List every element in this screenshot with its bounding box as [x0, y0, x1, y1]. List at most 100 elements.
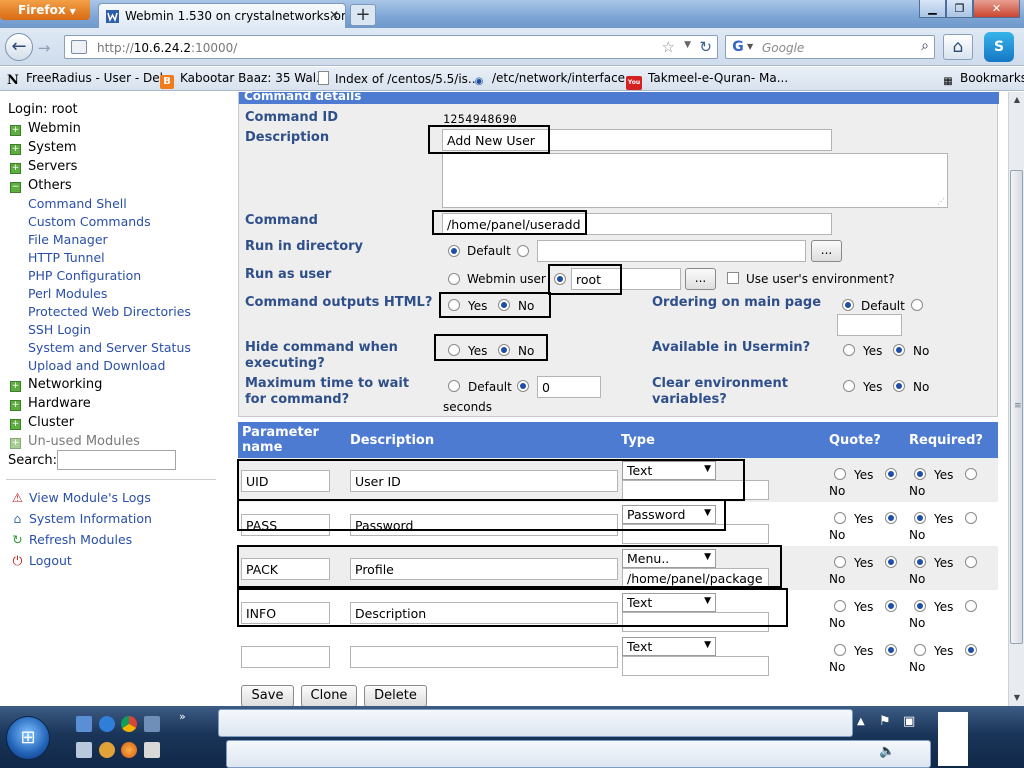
bookmark-item-freeradius[interactable]: N FreeRadius - User - Del...	[6, 71, 174, 88]
required-no-radio[interactable]	[965, 512, 977, 524]
module-file-manager[interactable]: File Manager	[28, 232, 108, 247]
flag-icon[interactable]: ⚑	[879, 714, 891, 729]
save-button[interactable]: Save	[241, 685, 294, 706]
google-engine-icon[interactable]: G	[730, 39, 746, 55]
module-upload-download[interactable]: Upload and Download	[28, 358, 165, 373]
quote-no-radio[interactable]	[885, 644, 897, 656]
module-search-input[interactable]	[57, 450, 176, 470]
run-directory-input[interactable]	[537, 240, 806, 262]
calendar-icon[interactable]	[144, 742, 160, 758]
quote-yes-radio[interactable]	[834, 512, 846, 524]
chevron-right-icon[interactable]: »	[179, 710, 186, 723]
required-yes-radio[interactable]	[914, 556, 926, 568]
required-no-radio[interactable]	[965, 556, 977, 568]
scroll-down-icon[interactable]: ▼	[1009, 690, 1024, 706]
run-dir-browse-button[interactable]: ...	[811, 240, 842, 262]
close-window-button[interactable]: ✕	[973, 0, 1020, 18]
max-time-input[interactable]: 0	[537, 376, 601, 398]
internet-explorer-icon[interactable]	[99, 716, 115, 732]
forward-button[interactable]: →	[34, 38, 54, 58]
show-desktop-icon[interactable]	[76, 716, 92, 732]
quote-yes-radio[interactable]	[834, 600, 846, 612]
required-yes-radio[interactable]	[914, 600, 926, 612]
quote-no-radio[interactable]	[885, 468, 897, 480]
run-as-browse-button[interactable]: ...	[685, 268, 716, 290]
site-identity-icon[interactable]	[71, 40, 87, 54]
folder-icon[interactable]	[99, 742, 115, 758]
minimize-button[interactable]: ▁	[919, 0, 946, 18]
firefox-icon[interactable]	[121, 742, 137, 758]
quote-yes-radio[interactable]	[834, 644, 846, 656]
quote-no-radio[interactable]	[885, 512, 897, 524]
bookmarks-menu[interactable]: ▦ Bookmarks	[942, 71, 1024, 89]
category-servers[interactable]: + Servers	[10, 159, 77, 174]
volume-icon[interactable]: 🔈	[879, 744, 895, 759]
view-module-logs-link[interactable]: ⚠ View Module's Logs	[10, 490, 151, 505]
show-hidden-icons[interactable]: ▲	[857, 716, 865, 727]
clear-env-yes-radio[interactable]	[843, 380, 855, 392]
quote-no-radio[interactable]	[885, 600, 897, 612]
category-hardware[interactable]: + Hardware	[10, 396, 91, 411]
param-type-extra-input[interactable]	[622, 656, 769, 676]
required-no-radio[interactable]	[965, 468, 977, 480]
category-others[interactable]: − Others	[10, 178, 72, 193]
param-description-input[interactable]	[350, 646, 618, 668]
refresh-modules-link[interactable]: ↻ Refresh Modules	[10, 532, 132, 547]
usermin-yes-radio[interactable]	[843, 344, 855, 356]
param-type-select[interactable]: Text ▼	[622, 637, 716, 656]
module-custom-commands[interactable]: Custom Commands	[28, 214, 151, 229]
required-no-radio[interactable]	[965, 644, 977, 656]
required-yes-radio[interactable]	[914, 644, 926, 656]
category-webmin[interactable]: + Webmin	[10, 121, 81, 136]
module-protected-web-directories[interactable]: Protected Web Directories	[28, 304, 191, 319]
module-ssh-login[interactable]: SSH Login	[28, 322, 91, 337]
quote-no-radio[interactable]	[885, 556, 897, 568]
quote-yes-radio[interactable]	[834, 468, 846, 480]
scroll-up-icon[interactable]: ▲	[1009, 92, 1024, 108]
system-information-link[interactable]: ⌂ System Information	[10, 511, 152, 526]
category-networking[interactable]: + Networking	[10, 377, 102, 392]
resize-grip-icon[interactable]: ⋰	[937, 197, 945, 206]
category-unused-modules[interactable]: + Un-used Modules	[10, 434, 140, 449]
run-dir-custom-radio[interactable]	[517, 245, 529, 257]
scrollbar-thumb[interactable]: ≡	[1010, 170, 1023, 644]
clock[interactable]	[938, 712, 968, 766]
run-dir-default-radio[interactable]	[448, 245, 460, 257]
bookmark-item-centos[interactable]: Index of /centos/5.5/is...	[318, 71, 479, 86]
module-http-tunnel[interactable]: HTTP Tunnel	[28, 250, 105, 265]
reload-icon[interactable]: ↻	[699, 38, 712, 56]
bookmark-item-takmeel[interactable]: You Takmeel-e-Quran- Ma...	[626, 71, 788, 90]
required-yes-radio[interactable]	[914, 512, 926, 524]
max-time-default-radio[interactable]	[448, 380, 460, 392]
firefox-menu-button[interactable]: Firefox ▼	[0, 0, 90, 20]
skype-addon-icon[interactable]: S	[984, 32, 1014, 62]
url-bar[interactable]: http://10.6.24.2:10000/ ☆ ▼ ↻	[64, 35, 718, 59]
browser-tab[interactable]: Webmin 1.530 on crystalnetworks.org (U..…	[98, 3, 346, 28]
module-php-configuration[interactable]: PHP Configuration	[28, 268, 141, 283]
media-icon[interactable]	[76, 742, 92, 758]
clone-button[interactable]: Clone	[301, 685, 357, 706]
ordering-default-radio[interactable]	[842, 299, 854, 311]
tab-close-icon[interactable]: ✕	[329, 8, 339, 22]
delete-button[interactable]: Delete	[364, 685, 427, 706]
max-time-custom-radio[interactable]	[517, 380, 529, 392]
ordering-input[interactable]	[837, 314, 902, 336]
vertical-scrollbar[interactable]: ▲ ≡ ▼	[1008, 92, 1024, 706]
taskbar-button[interactable]	[218, 709, 853, 737]
param-name-input[interactable]	[241, 646, 330, 668]
description-textarea[interactable]: ⋰	[442, 153, 948, 208]
maximize-button[interactable]: ❐	[946, 0, 973, 18]
ordering-custom-radio[interactable]	[911, 299, 923, 311]
network-icon[interactable]: ▣	[903, 714, 915, 729]
home-button[interactable]: ⌂	[943, 34, 973, 60]
category-cluster[interactable]: + Cluster	[10, 415, 74, 430]
required-yes-radio[interactable]	[914, 468, 926, 480]
clear-env-no-radio[interactable]	[893, 380, 905, 392]
chrome-icon[interactable]	[121, 716, 137, 732]
history-dropdown-icon[interactable]: ▼	[684, 40, 691, 50]
back-button[interactable]: ←	[5, 33, 33, 61]
start-button[interactable]: ⊞	[6, 716, 50, 760]
use-user-env-checkbox[interactable]	[727, 272, 739, 284]
taskbar-button[interactable]	[226, 740, 931, 768]
bookmark-star-icon[interactable]: ☆	[662, 38, 675, 56]
